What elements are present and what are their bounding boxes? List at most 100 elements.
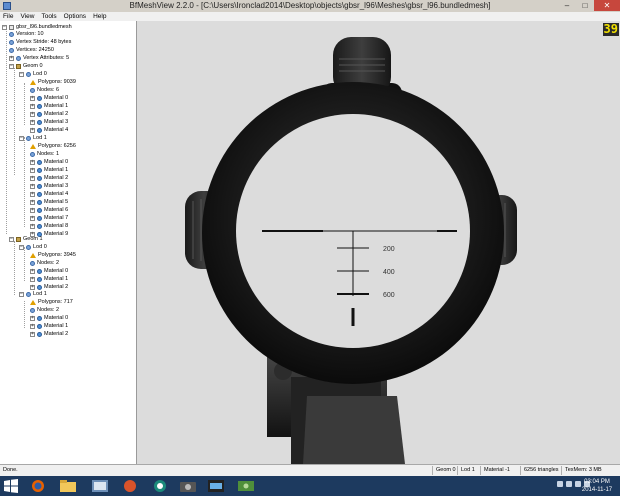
material-icon: [37, 207, 42, 213]
tree-item-vertex-attributes[interactable]: + Vertex Attributes: 5: [9, 54, 69, 62]
tree-item-version[interactable]: Version: 10: [9, 30, 44, 38]
tree-item-lod-0[interactable]: − Lod 0: [19, 70, 47, 78]
collapse-icon[interactable]: −: [19, 135, 24, 141]
tree-item-material[interactable]: + Material 4: [30, 126, 68, 134]
material-icon: [37, 199, 42, 205]
status-geom: Geom 0: [436, 467, 456, 473]
file-explorer-icon[interactable]: [58, 478, 78, 494]
tree-item-material[interactable]: + Material 1: [30, 166, 68, 174]
tree-item-material[interactable]: + Material 1: [30, 102, 68, 110]
money-icon[interactable]: [236, 478, 256, 494]
expand-icon[interactable]: +: [30, 331, 35, 337]
tree-item-material[interactable]: + Material 0: [30, 314, 68, 322]
close-button[interactable]: ✕: [594, 0, 620, 11]
tree-item-polygons[interactable]: Polygons: 717: [30, 298, 73, 306]
photo-viewer-icon[interactable]: [90, 478, 110, 494]
collapse-icon[interactable]: −: [19, 71, 24, 77]
status-material: Material -1: [484, 467, 510, 473]
expand-icon[interactable]: +: [30, 315, 35, 321]
tree-item-vertex-stride[interactable]: Vertex Stride: 48 bytes: [9, 38, 71, 46]
menu-file[interactable]: File: [3, 13, 13, 20]
tree-item-material[interactable]: + Material 0: [30, 267, 68, 275]
tree-item-polygons[interactable]: Polygons: 6256: [30, 142, 76, 150]
expand-icon[interactable]: +: [30, 175, 35, 181]
menu-view[interactable]: View: [20, 13, 34, 20]
expand-icon[interactable]: +: [30, 284, 35, 290]
expand-icon[interactable]: +: [30, 223, 35, 229]
expand-icon[interactable]: +: [30, 95, 35, 101]
tree-item-material[interactable]: + Material 2: [30, 110, 68, 118]
material-icon: [37, 323, 42, 329]
tree-item-vertices[interactable]: Vertices: 24250: [9, 46, 54, 54]
tree-item-material[interactable]: + Material 8: [30, 222, 68, 230]
tree-item-nodes[interactable]: Nodes: 6: [30, 86, 59, 94]
minimize-button[interactable]: –: [558, 0, 576, 11]
tree-item-material[interactable]: + Material 0: [30, 94, 68, 102]
expand-icon[interactable]: +: [30, 276, 35, 282]
tray-flag-icon[interactable]: [566, 481, 572, 487]
ball-icon[interactable]: [120, 478, 140, 494]
expand-icon[interactable]: +: [30, 159, 35, 165]
lod-icon: [26, 244, 31, 250]
expand-icon[interactable]: +: [30, 111, 35, 117]
expand-icon[interactable]: +: [30, 215, 35, 221]
green-app-icon[interactable]: [150, 478, 170, 494]
mesh-tree[interactable]: − gbsr_l96.bundledmesh Version: 10 Verte…: [0, 21, 137, 464]
tray-arrow-icon[interactable]: [557, 481, 563, 487]
3d-viewport[interactable]: 200 400 600 39: [137, 21, 620, 464]
tree-item-lod-1[interactable]: − Lod 1: [19, 290, 47, 298]
tree-item-lod-0[interactable]: − Lod 0: [19, 243, 47, 251]
tree-item-material[interactable]: + Material 5: [30, 198, 68, 206]
tree-item-nodes[interactable]: Nodes: 2: [30, 306, 59, 314]
tree-item-polygons[interactable]: Polygons: 9039: [30, 78, 76, 86]
expand-icon[interactable]: +: [30, 191, 35, 197]
tree-item-geom-1[interactable]: − Geom 1: [9, 235, 43, 243]
tree-item-lod-1[interactable]: − Lod 1: [19, 134, 47, 142]
material-icon: [37, 276, 42, 282]
expand-icon[interactable]: +: [30, 207, 35, 213]
menu-options[interactable]: Options: [64, 13, 86, 20]
collapse-icon[interactable]: −: [9, 63, 14, 69]
collapse-icon[interactable]: −: [2, 24, 7, 30]
expand-icon[interactable]: +: [30, 103, 35, 109]
camera-icon[interactable]: [178, 478, 198, 494]
collapse-icon[interactable]: −: [19, 291, 24, 297]
tree-item-material[interactable]: + Material 7: [30, 214, 68, 222]
expand-icon[interactable]: +: [30, 183, 35, 189]
status-triangles: 6256 triangles: [524, 467, 559, 473]
status-texmem: TexMem: 3 MB: [565, 467, 602, 473]
windows-start-icon[interactable]: [3, 479, 19, 493]
expand-icon[interactable]: +: [30, 268, 35, 274]
tree-item-material[interactable]: + Material 1: [30, 322, 68, 330]
collapse-icon[interactable]: −: [9, 236, 14, 242]
firefox-icon[interactable]: [28, 478, 48, 494]
tree-item-material[interactable]: + Material 6: [30, 206, 68, 214]
expand-icon[interactable]: +: [9, 55, 14, 61]
lod-icon: [26, 291, 31, 297]
menu-tools[interactable]: Tools: [41, 13, 56, 20]
tree-item-material[interactable]: + Material 3: [30, 118, 68, 126]
collapse-icon[interactable]: −: [19, 244, 24, 250]
taskbar-clock[interactable]: 03:04 PM 2014-11-17: [576, 478, 618, 494]
lod-icon: [26, 71, 31, 77]
tree-item-geom-0[interactable]: − Geom 0: [9, 62, 43, 70]
tree-item-nodes[interactable]: Nodes: 2: [30, 259, 59, 267]
cpu-z-icon[interactable]: [206, 478, 226, 494]
tree-item-material[interactable]: + Material 3: [30, 182, 68, 190]
tree-item-polygons[interactable]: Polygons: 3945: [30, 251, 76, 259]
status-separator: [561, 466, 562, 475]
tree-item-material[interactable]: + Material 2: [30, 174, 68, 182]
expand-icon[interactable]: +: [30, 119, 35, 125]
expand-icon[interactable]: +: [30, 167, 35, 173]
expand-icon[interactable]: +: [30, 127, 35, 133]
status-separator: [457, 466, 458, 475]
tree-item-material[interactable]: + Material 4: [30, 190, 68, 198]
expand-icon[interactable]: +: [30, 199, 35, 205]
expand-icon[interactable]: +: [30, 323, 35, 329]
tree-item-material[interactable]: + Material 2: [30, 330, 68, 338]
tree-item-material[interactable]: + Material 0: [30, 158, 68, 166]
tree-item-material[interactable]: + Material 1: [30, 275, 68, 283]
tree-item-nodes[interactable]: Nodes: 1: [30, 150, 59, 158]
menu-help[interactable]: Help: [93, 13, 106, 20]
maximize-button[interactable]: □: [576, 0, 594, 11]
